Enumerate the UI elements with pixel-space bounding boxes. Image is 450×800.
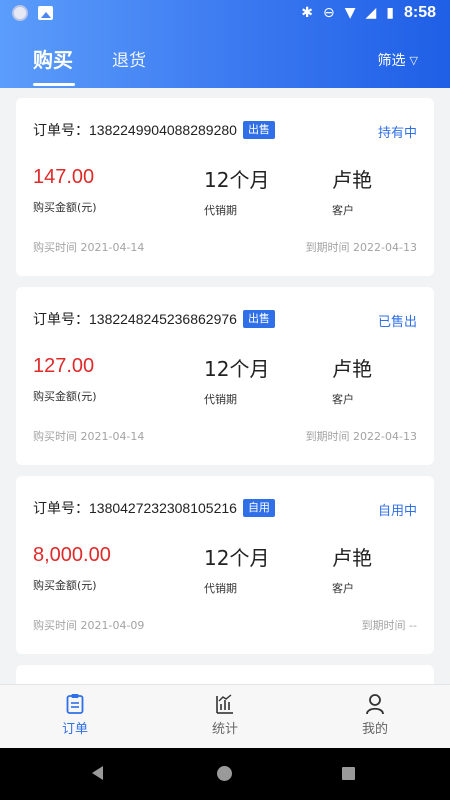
order-number-label: 订单号：: [33, 122, 89, 138]
purchase-time: 购买时间 2021-04-09: [33, 619, 145, 632]
filter-label: 筛选: [377, 53, 406, 69]
bottom-navigation: 订单 统计 我的: [0, 684, 450, 748]
order-type-badge: 自用: [242, 499, 275, 517]
order-number-row: 订单号： 1380427232308105216 自用: [33, 498, 275, 518]
consignment-period: 12个月: [204, 168, 270, 192]
order-number-row: 订单号： 1382248245236862976 出售: [33, 309, 275, 329]
active-tab-indicator: [33, 83, 75, 86]
nav-statistics[interactable]: 统计: [185, 693, 265, 737]
do-not-disturb-icon: ⊖: [322, 5, 335, 21]
expire-time: 到期时间 2022-04-13: [305, 241, 417, 254]
order-card[interactable]: 订单号： 1382249904088289280 出售 持有中 147.00 购…: [16, 98, 434, 276]
purchase-time: 购买时间 2021-04-14: [33, 241, 145, 254]
consignment-period-label: 代销期: [204, 393, 237, 406]
customer-label: 客户: [332, 204, 354, 217]
home-icon[interactable]: [217, 766, 232, 781]
wifi-icon: ▼: [344, 5, 356, 21]
customer-name: 卢艳: [332, 168, 372, 192]
recent-apps-icon[interactable]: [342, 767, 355, 780]
header-tabs: 购买 退货 筛选 ▽: [0, 28, 450, 88]
order-type-badge: 出售: [242, 310, 275, 328]
order-card-partial[interactable]: [16, 665, 434, 684]
order-number-label: 订单号：: [33, 311, 89, 327]
order-number: 1380427232308105216: [89, 500, 237, 516]
customer-label: 客户: [332, 582, 354, 595]
nav-me-label: 我的: [361, 722, 388, 737]
system-navigation-bar: [0, 748, 450, 800]
nav-orders[interactable]: 订单: [35, 693, 115, 737]
customer-label: 客户: [332, 393, 354, 406]
order-number-label: 订单号：: [33, 500, 89, 516]
customer-name: 卢艳: [332, 546, 372, 570]
purchase-amount-label: 购买金额(元): [33, 579, 97, 592]
clipboard-icon: [66, 694, 84, 714]
person-icon: [366, 694, 384, 715]
consignment-period-label: 代销期: [204, 204, 237, 217]
consignment-period: 12个月: [204, 357, 270, 381]
back-icon[interactable]: [92, 766, 103, 780]
order-status: 自用中: [377, 504, 417, 519]
tab-buy[interactable]: 购买: [33, 44, 73, 73]
purchase-amount-label: 购买金额(元): [33, 201, 97, 214]
nav-me[interactable]: 我的: [335, 693, 415, 737]
header-background: ✱ ⊖ ▼ ◢ ▮ 8:58 购买 退货 筛选 ▽: [0, 0, 450, 88]
order-card[interactable]: 订单号： 1382248245236862976 出售 已售出 127.00 购…: [16, 287, 434, 465]
battery-icon: ▮: [386, 5, 394, 21]
order-type-badge: 出售: [242, 121, 275, 139]
order-list[interactable]: 订单号： 1382249904088289280 出售 持有中 147.00 购…: [0, 88, 450, 684]
purchase-amount-label: 购买金额(元): [33, 390, 97, 403]
bar-chart-icon: [216, 694, 233, 714]
nav-orders-label: 订单: [61, 722, 88, 737]
order-number: 1382249904088289280: [89, 122, 237, 138]
purchase-amount: 8,000.00: [33, 544, 111, 566]
order-number-row: 订单号： 1382249904088289280 出售: [33, 120, 275, 140]
order-card[interactable]: 订单号： 1380427232308105216 自用 自用中 8,000.00…: [16, 476, 434, 654]
status-time: 8:58: [403, 4, 436, 21]
customer-name: 卢艳: [332, 357, 372, 381]
purchase-amount: 147.00: [33, 166, 95, 188]
nav-statistics-label: 统计: [211, 722, 238, 737]
tab-return[interactable]: 退货: [112, 46, 146, 71]
order-number: 1382248245236862976: [89, 311, 237, 327]
purchase-time: 购买时间 2021-04-14: [33, 430, 145, 443]
filter-button[interactable]: 筛选 ▽: [378, 50, 418, 70]
status-bar: ✱ ⊖ ▼ ◢ ▮ 8:58: [0, 0, 450, 28]
purchase-amount: 127.00: [33, 355, 95, 377]
funnel-icon: ▽: [409, 53, 418, 67]
consignment-period: 12个月: [204, 546, 270, 570]
signal-icon: ◢: [365, 5, 377, 21]
order-status: 持有中: [377, 126, 417, 141]
expire-time: 到期时间 2022-04-13: [305, 430, 417, 443]
image-notification-icon: [38, 6, 53, 20]
expire-time: 到期时间 --: [361, 619, 417, 632]
notification-circle-icon: [12, 5, 28, 21]
bluetooth-icon: ✱: [301, 5, 313, 21]
consignment-period-label: 代销期: [204, 582, 237, 595]
order-status: 已售出: [377, 315, 417, 330]
